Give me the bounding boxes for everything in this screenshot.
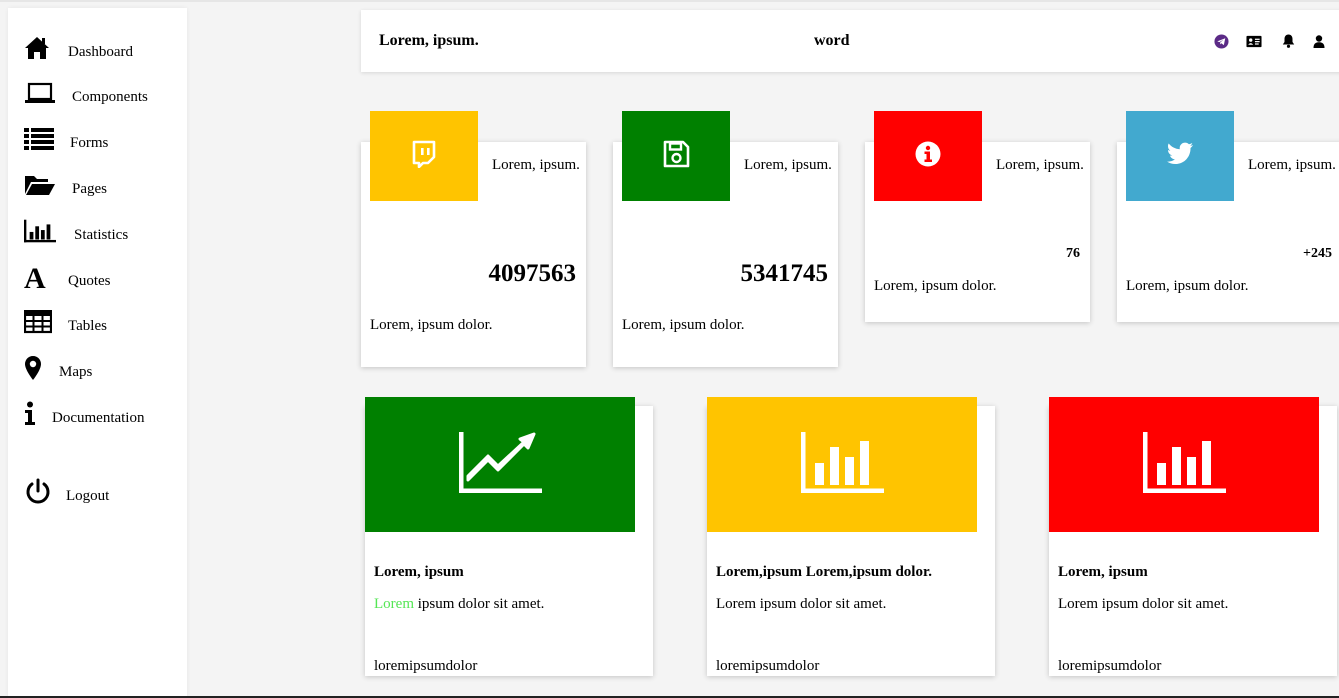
- chart-card: Lorem,ipsum Lorem,ipsum dolor. Lorem ips…: [707, 397, 995, 676]
- stat-card-value: 5341745: [740, 260, 829, 287]
- chart-card-banner: [707, 397, 977, 532]
- sidebar-item-tables[interactable]: Tables: [24, 308, 107, 336]
- sidebar-item-label: Statistics: [74, 226, 129, 243]
- folder-open-icon: [24, 171, 56, 199]
- stat-card: Lorem, ipsum. 76 Lorem, ipsum dolor.: [865, 111, 1090, 322]
- stat-card: Lorem, ipsum. +245 Lorem, ipsum dolor.: [1117, 111, 1339, 322]
- home-icon: [24, 34, 56, 62]
- info-icon: [24, 400, 38, 428]
- stat-card-title: Lorem, ipsum.: [492, 157, 580, 173]
- stat-card: Lorem, ipsum. 5341745 Lorem, ipsum dolor…: [613, 111, 838, 367]
- stat-card-icon-box: [370, 111, 478, 201]
- sidebar-item-forms[interactable]: Forms: [24, 125, 108, 153]
- chart-line-icon: [458, 430, 542, 499]
- chart-card-title: Lorem, ipsum: [374, 564, 464, 580]
- header-center-word: word: [814, 32, 850, 49]
- sidebar-item-pages[interactable]: Pages: [24, 171, 107, 199]
- chart-card-text: Lorem ipsum dolor sit amet.: [1058, 596, 1229, 612]
- stat-card-title: Lorem, ipsum.: [1248, 157, 1336, 173]
- stat-card-footer: Lorem, ipsum dolor.: [370, 317, 493, 333]
- laptop-icon: [24, 79, 56, 107]
- chart-card: Lorem, ipsum Lorem ipsum dolor sit amet.…: [365, 397, 653, 676]
- chart-card-footer: loremipsumdolor: [374, 658, 478, 674]
- list-icon: [24, 125, 56, 153]
- sidebar-item-documentation[interactable]: Documentation: [24, 400, 144, 428]
- stat-card-icon-box: [622, 111, 730, 201]
- stat-card-title: Lorem, ipsum.: [744, 157, 832, 173]
- stat-card-footer: Lorem, ipsum dolor.: [622, 317, 745, 333]
- highlight-text: Lorem: [374, 596, 414, 612]
- power-icon: [24, 478, 56, 506]
- chart-card-title: Lorem, ipsum: [1058, 564, 1148, 580]
- chart-card-text: Lorem ipsum dolor sit amet.: [716, 596, 887, 612]
- brand-title: Lorem, ipsum.: [379, 32, 479, 49]
- sidebar-item-statistics[interactable]: Statistics: [24, 217, 128, 245]
- floppy-disk-icon: [662, 140, 690, 173]
- stat-card-value: 4097563: [488, 260, 577, 287]
- chart-card-text: Lorem ipsum dolor sit amet.: [374, 596, 545, 612]
- sidebar-item-label: Components: [72, 88, 148, 105]
- chart-card-title: Lorem,ipsum Lorem,ipsum dolor.: [716, 564, 932, 580]
- stat-card-icon-box: [874, 111, 982, 201]
- table-icon: [24, 308, 56, 336]
- sidebar-item-dashboard[interactable]: Dashboard: [24, 34, 133, 62]
- sidebar-item-components[interactable]: Components: [24, 79, 148, 107]
- bar-chart-icon: [800, 430, 884, 499]
- top-header: Lorem, ipsum. word: [361, 10, 1339, 72]
- sidebar-item-maps[interactable]: Maps: [24, 354, 92, 382]
- chart-card-footer: loremipsumdolor: [716, 658, 820, 674]
- chart-card-banner: [365, 397, 635, 532]
- telegram-icon[interactable]: [1213, 33, 1229, 49]
- map-marker-icon: [24, 354, 46, 382]
- stat-card-value: 76: [1066, 246, 1080, 261]
- stat-card: Lorem, ipsum. 4097563 Lorem, ipsum dolor…: [361, 111, 586, 367]
- sidebar-item-quotes[interactable]: A Quotes: [24, 263, 111, 291]
- twitter-icon: [1166, 142, 1194, 171]
- svg-text:A: A: [24, 263, 46, 291]
- sidebar-item-label: Forms: [70, 134, 109, 151]
- chart-card-footer: loremipsumdolor: [1058, 658, 1162, 674]
- stat-card-footer: Lorem, ipsum dolor.: [874, 278, 997, 294]
- twitch-icon: [410, 140, 438, 173]
- sidebar-item-label: Quotes: [68, 272, 111, 289]
- logout-label: Logout: [66, 487, 110, 504]
- sidebar-item-label: Pages: [72, 180, 107, 197]
- id-card-icon[interactable]: [1246, 33, 1262, 49]
- user-icon[interactable]: [1311, 33, 1327, 49]
- sidebar-item-label: Dashboard: [68, 43, 133, 60]
- bar-chart-icon: [1142, 430, 1226, 499]
- chart-card: Lorem, ipsum Lorem ipsum dolor sit amet.…: [1049, 397, 1337, 676]
- stat-card-footer: Lorem, ipsum dolor.: [1126, 278, 1249, 294]
- chart-card-banner: [1049, 397, 1319, 532]
- stat-card-value: +245: [1303, 246, 1332, 261]
- bell-icon[interactable]: [1280, 33, 1296, 49]
- sidebar-item-label: Documentation: [52, 409, 145, 426]
- sidebar: Dashboard Components Forms Pages Statist…: [8, 8, 187, 698]
- sidebar-item-label: Tables: [68, 317, 107, 334]
- sidebar-item-label: Maps: [59, 363, 93, 380]
- stat-card-title: Lorem, ipsum.: [996, 157, 1084, 173]
- info-circle-icon: [915, 141, 941, 172]
- bar-chart-icon: [24, 217, 56, 245]
- stat-card-icon-box: [1126, 111, 1234, 201]
- top-divider: [0, 0, 1339, 2]
- logout-button[interactable]: Logout: [24, 478, 109, 506]
- font-icon: A: [24, 263, 56, 291]
